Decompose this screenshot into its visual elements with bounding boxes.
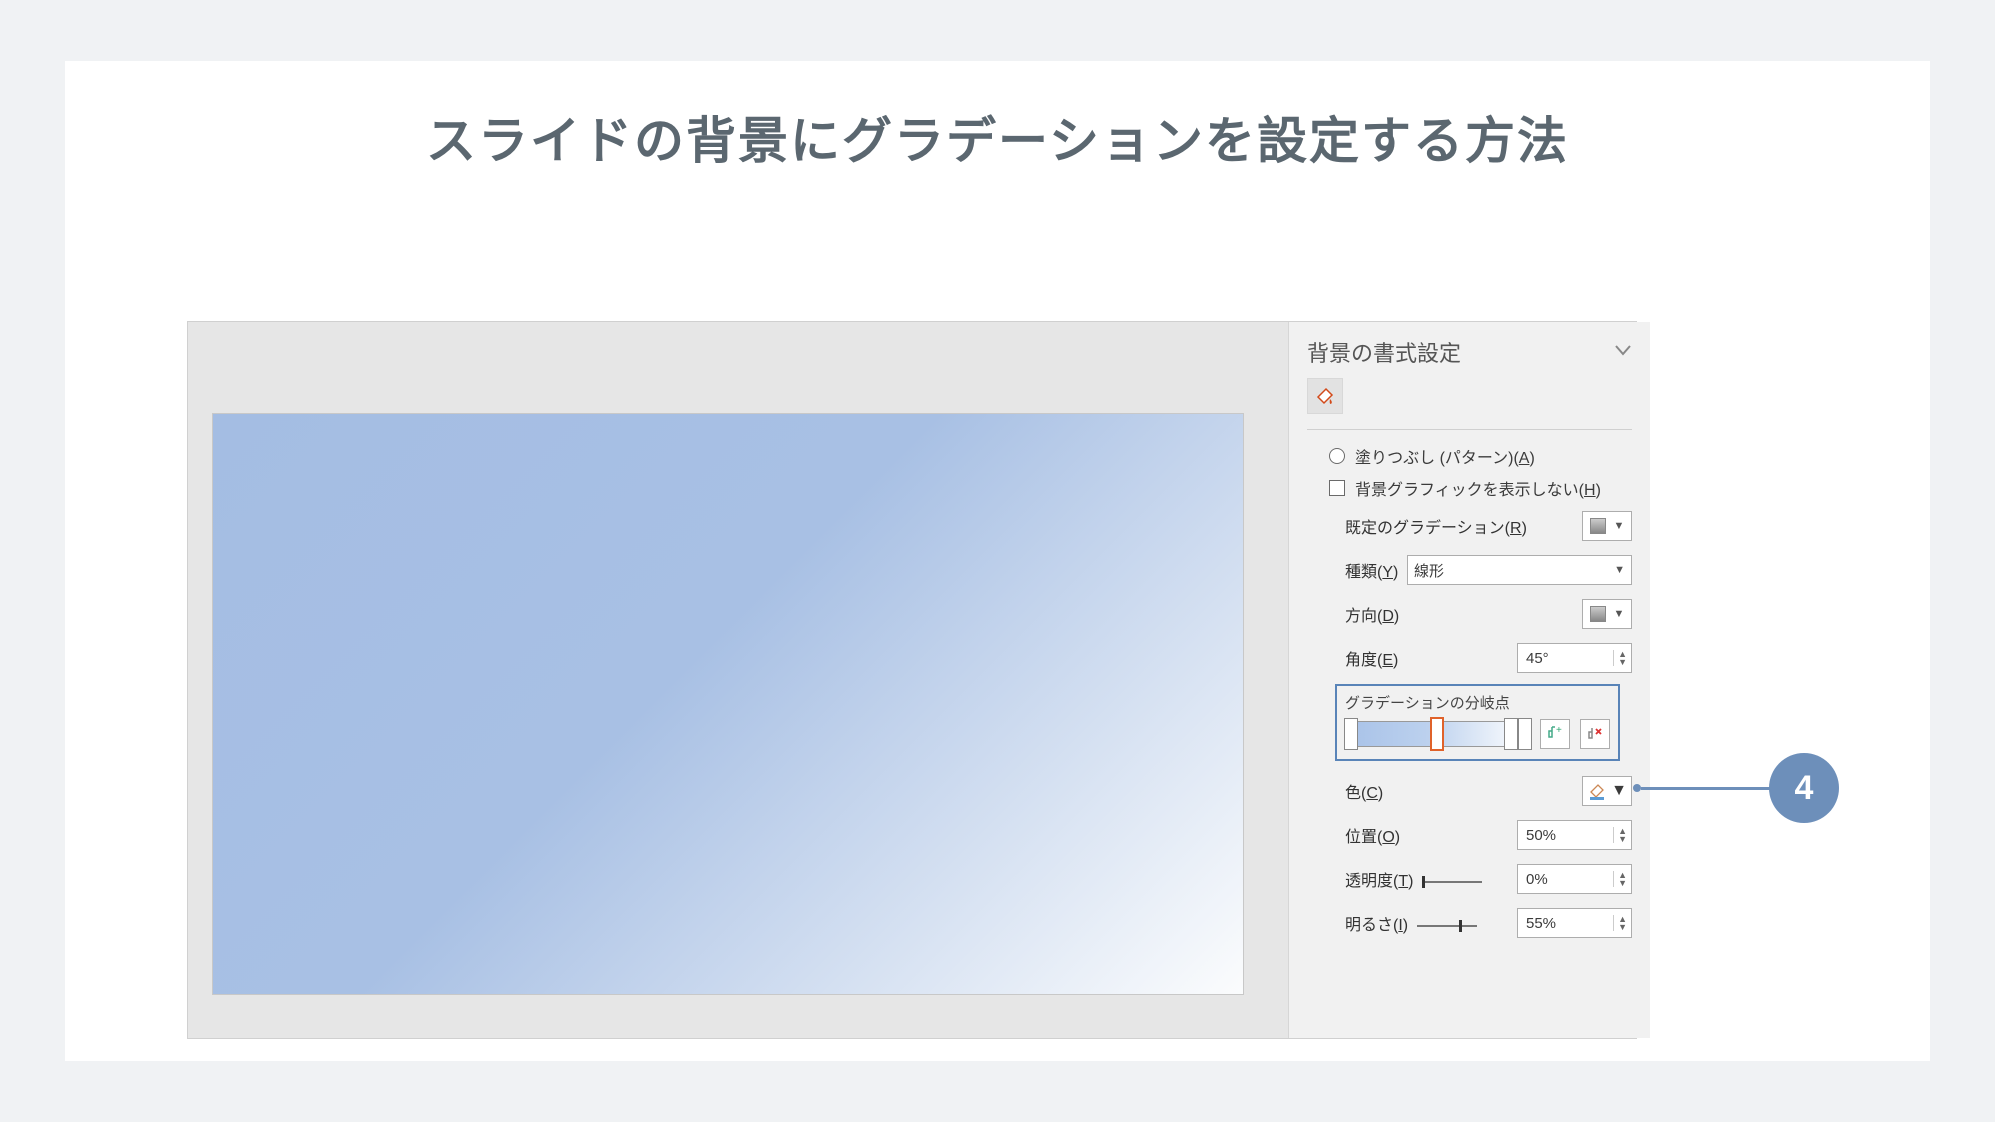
fill-pattern-label: 塗りつぶし (パターン)(A) (1355, 444, 1535, 468)
format-background-panel: 背景の書式設定 塗りつぶし (パターン)(A) (1288, 322, 1650, 1038)
transparency-spinner[interactable]: 0% ▲▼ (1517, 864, 1632, 894)
gradient-stop-4[interactable] (1518, 718, 1532, 750)
brightness-label: 明るさ(I) (1345, 911, 1481, 935)
step-callout: 4 (1637, 753, 1839, 823)
radio-icon (1329, 448, 1345, 464)
slide-canvas[interactable] (213, 414, 1243, 994)
fill-pattern-radio[interactable]: 塗りつぶし (パターン)(A) (1307, 440, 1632, 472)
checkbox-icon (1329, 480, 1345, 496)
tutorial-frame: スライドの背景にグラデーションを設定する方法 背景の書式設定 (65, 61, 1930, 1061)
color-dropdown[interactable]: ▼ (1582, 776, 1632, 806)
article-title: スライドの背景にグラデーションを設定する方法 (65, 101, 1930, 173)
angle-label: 角度(E) (1345, 646, 1398, 670)
svg-text:+: + (1556, 725, 1562, 736)
gradient-stops-slider[interactable] (1345, 721, 1530, 747)
gradient-stop-3[interactable] (1504, 718, 1518, 750)
gradient-stops-label: グラデーションの分岐点 (1345, 692, 1610, 719)
direction-dropdown[interactable]: ▼ (1582, 599, 1632, 629)
hide-bg-graphics-checkbox[interactable]: 背景グラフィックを表示しない(H) (1307, 472, 1632, 504)
transparency-slider[interactable] (1422, 881, 1482, 883)
gradient-stops-section: グラデーションの分岐点 + (1335, 684, 1620, 761)
tab-underline (1307, 420, 1632, 430)
remove-gradient-stop-button[interactable] (1580, 719, 1610, 749)
angle-spinner[interactable]: 45° ▲▼ (1517, 643, 1632, 673)
add-gradient-stop-button[interactable]: + (1540, 719, 1570, 749)
fill-tab-icon[interactable] (1307, 378, 1343, 414)
panel-title: 背景の書式設定 (1307, 336, 1461, 368)
gradient-type-value: 線形 (1414, 560, 1444, 581)
position-spinner[interactable]: 50% ▲▼ (1517, 820, 1632, 850)
preset-gradient-dropdown[interactable]: ▼ (1582, 511, 1632, 541)
preset-gradient-label: 既定のグラデーション(R) (1345, 514, 1527, 538)
direction-swatch-icon (1590, 606, 1606, 622)
brightness-value: 55% (1526, 915, 1556, 932)
collapse-panel-button[interactable] (1614, 341, 1632, 364)
gradient-type-dropdown[interactable]: 線形 ▼ (1407, 555, 1632, 585)
callout-dot-icon (1633, 784, 1641, 792)
color-label: 色(C) (1345, 779, 1383, 803)
gradient-type-label: 種類(Y) (1345, 558, 1398, 582)
preset-swatch-icon (1590, 518, 1606, 534)
paint-bucket-icon (1587, 781, 1607, 801)
angle-value: 45° (1526, 650, 1549, 667)
brightness-slider[interactable] (1417, 925, 1477, 927)
position-label: 位置(O) (1345, 823, 1400, 847)
position-value: 50% (1526, 827, 1556, 844)
hide-bg-graphics-label: 背景グラフィックを表示しない(H) (1355, 476, 1601, 500)
brightness-spinner[interactable]: 55% ▲▼ (1517, 908, 1632, 938)
panel-header: 背景の書式設定 (1289, 332, 1650, 378)
transparency-label: 透明度(T) (1345, 867, 1486, 891)
slide-editor-area (188, 322, 1288, 1038)
gradient-stop-2-selected[interactable] (1430, 717, 1444, 751)
gradient-stop-1[interactable] (1344, 718, 1358, 750)
step-number-badge: 4 (1769, 753, 1839, 823)
transparency-value: 0% (1526, 871, 1548, 888)
powerpoint-window: 背景の書式設定 塗りつぶし (パターン)(A) (187, 321, 1637, 1039)
callout-line (1641, 787, 1771, 790)
direction-label: 方向(D) (1345, 602, 1399, 626)
